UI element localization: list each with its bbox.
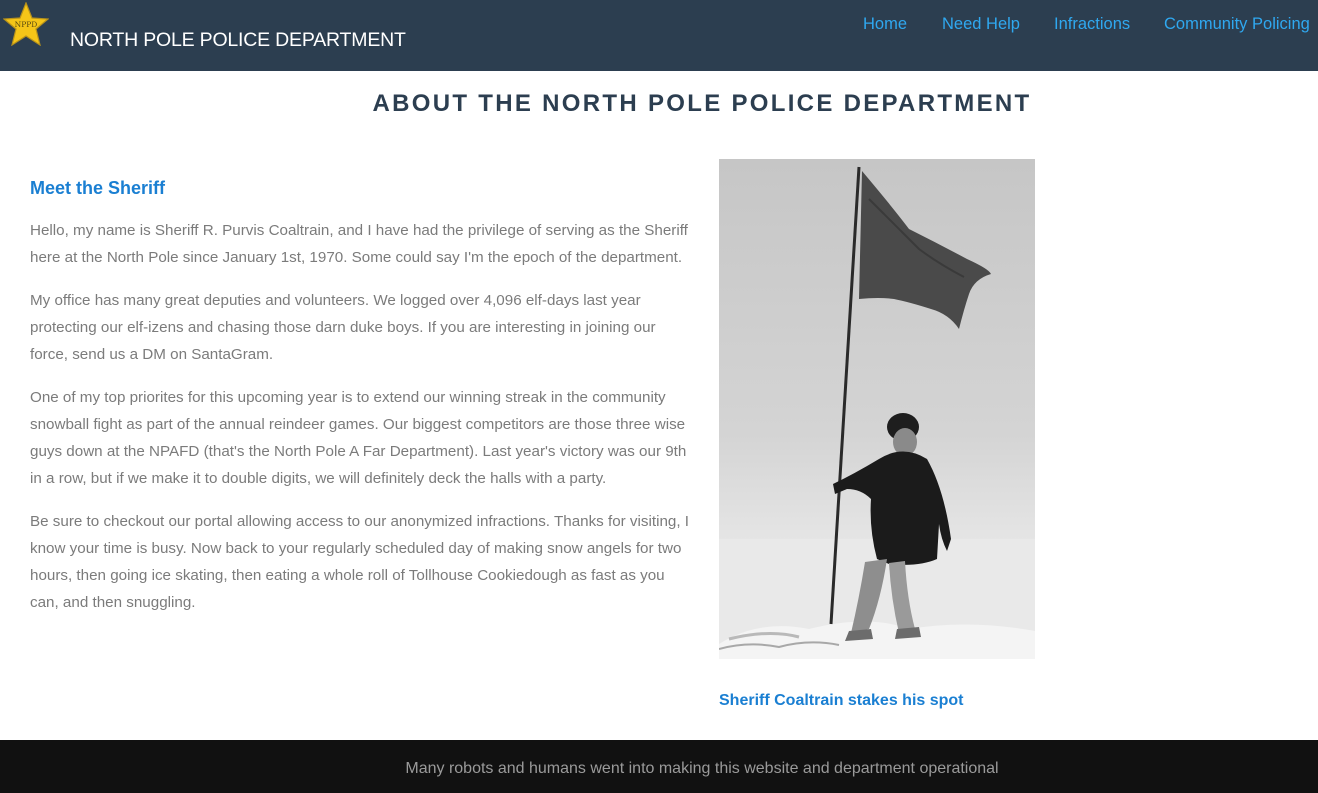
footer: Many robots and humans went into making … [0,740,1318,793]
photo-caption: Sheriff Coaltrain stakes his spot [719,692,964,709]
nav-link-need-help[interactable]: Need Help [942,15,1020,34]
nav-link-community-policing[interactable]: Community Policing [1164,15,1310,34]
navbar: NPPD NORTH POLE POLICE DEPARTMENT Home N… [0,0,1318,71]
paragraph-closing: Be sure to checkout our portal allowing … [30,513,690,611]
nav-link-home[interactable]: Home [863,15,907,34]
paragraph-deputies: My office has many great deputies and vo… [30,292,656,363]
sheriff-photo [719,159,1035,659]
section-title: Meet the Sheriff [30,178,166,198]
nav-link-infractions[interactable]: Infractions [1054,15,1130,34]
about-section: Meet the Sheriff Hello, my name is Sheri… [30,178,690,632]
footer-text: Many robots and humans went into making … [405,760,999,777]
page-title: ABOUT THE NORTH POLE POLICE DEPARTMENT [372,90,1032,117]
main-nav: Home Need Help Infractions Community Pol… [0,15,1318,39]
paragraph-intro: Hello, my name is Sheriff R. Purvis Coal… [30,222,688,266]
paragraph-priorities: One of my top priorites for this upcomin… [30,389,687,487]
